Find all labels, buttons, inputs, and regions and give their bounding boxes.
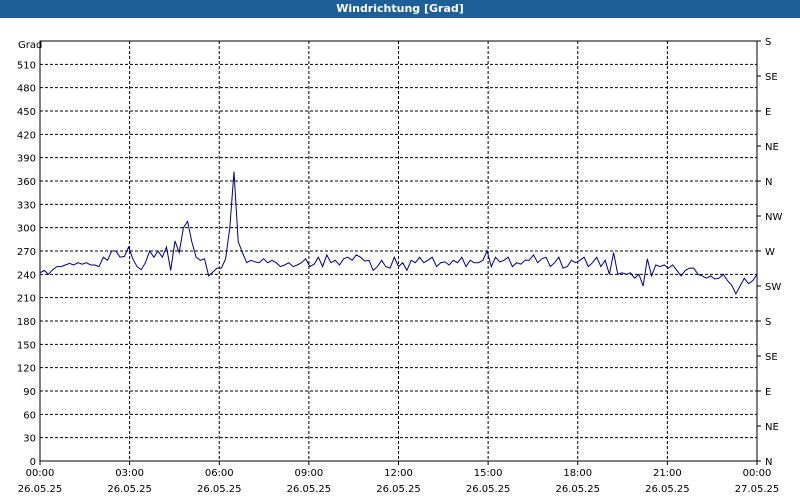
right-axis-label: SE (765, 72, 778, 83)
right-axis-label: S (765, 317, 771, 328)
x-tick-time: 18:00 (563, 468, 592, 479)
y-tick-label: 120 (17, 364, 36, 375)
y-tick-label: 0 (30, 457, 36, 468)
right-axis-label: SW (765, 282, 781, 293)
x-tick-date: 26.05.25 (107, 484, 152, 495)
y-tick-label: 180 (17, 317, 36, 328)
y-tick-label: 420 (17, 130, 36, 141)
y-tick-label: 30 (23, 434, 36, 445)
right-axis-label: NE (765, 422, 779, 433)
y-tick-label: 150 (17, 340, 36, 351)
right-axis-label: E (765, 107, 771, 118)
x-tick-date: 26.05.25 (555, 484, 600, 495)
x-tick-time: 06:00 (205, 468, 234, 479)
x-tick-time: 12:00 (384, 468, 413, 479)
x-tick-date: 27.05.25 (735, 484, 780, 495)
y-tick-label: 450 (17, 107, 36, 118)
x-tick-time: 00:00 (26, 468, 55, 479)
x-tick-time: 15:00 (474, 468, 503, 479)
x-tick-time: 21:00 (653, 468, 682, 479)
x-tick-date: 26.05.25 (466, 484, 511, 495)
y-tick-label: 210 (17, 294, 36, 305)
window-title: Windrichtung [Grad] (0, 0, 800, 18)
x-tick-labels: 00:00 26.05.25 03:00 26.05.25 06:00 26.05.25 0… (18, 461, 780, 495)
x-tick-time: 03:00 (115, 468, 144, 479)
y-tick-label: 330 (17, 200, 36, 211)
right-axis-label: W (765, 247, 775, 258)
y-tick-label: 390 (17, 154, 36, 165)
right-axis-label: N (765, 177, 772, 188)
right-axis-label: S (765, 37, 771, 48)
right-axis-label: NW (765, 212, 782, 223)
y-tick-label: 300 (17, 224, 36, 235)
right-axis-label: E (765, 387, 771, 398)
x-tick-date: 26.05.25 (645, 484, 690, 495)
x-tick-time: 09:00 (294, 468, 323, 479)
y-tick-label: 480 (17, 84, 36, 95)
chart-window: Windrichtung [Grad] Grad 0 30 60 90 120 150 18… (0, 0, 800, 500)
y-tick-label: 360 (17, 177, 36, 188)
x-tick-time: 00:00 (743, 468, 772, 479)
y-axis-label: Grad (18, 40, 42, 51)
y-tick-label: 60 (23, 410, 36, 421)
x-tick-date: 26.05.25 (287, 484, 332, 495)
right-axis-label: SE (765, 352, 778, 363)
x-tick-date: 26.05.25 (376, 484, 421, 495)
y-tick-labels: 0 30 60 90 120 150 180 210 240 270 300 330 360 390 420… (17, 60, 36, 468)
right-axis-labels: N NE E SE S SW W NW N NE E SE S (757, 37, 782, 468)
x-tick-date: 26.05.25 (18, 484, 63, 495)
wind-direction-chart: Grad 0 30 60 90 120 150 180 210 240 270 300 330 360 3… (17, 37, 783, 495)
y-tick-label: 270 (17, 247, 36, 258)
y-tick-label: 240 (17, 270, 36, 281)
right-axis-label: N (765, 457, 772, 468)
y-tick-label: 510 (17, 60, 36, 71)
right-axis-label: NE (765, 142, 779, 153)
y-tick-label: 90 (23, 387, 36, 398)
x-tick-date: 26.05.25 (197, 484, 242, 495)
grid-lines (40, 41, 757, 461)
